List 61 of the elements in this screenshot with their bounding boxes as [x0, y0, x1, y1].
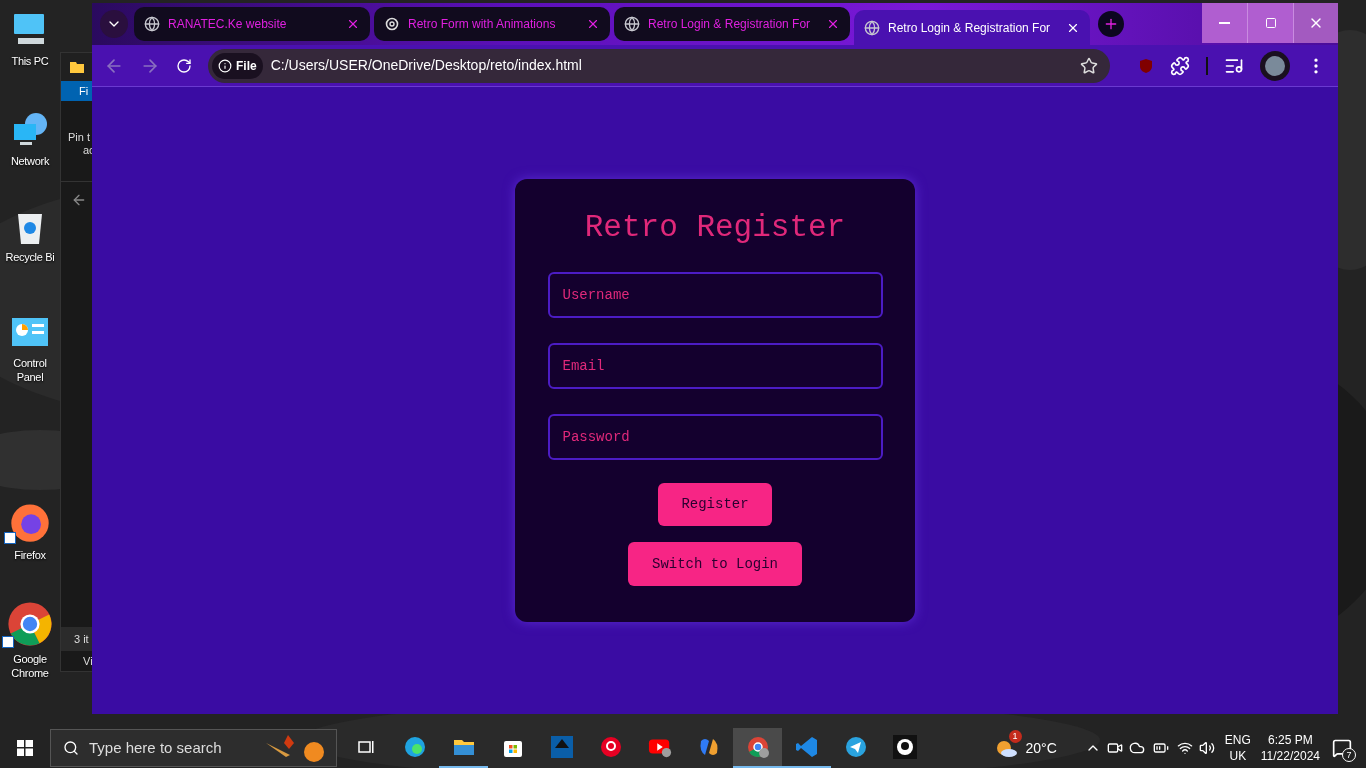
form-title: Retro Register: [584, 209, 846, 247]
minimize-icon: [1219, 22, 1230, 24]
paper-plane-icon: [843, 735, 868, 759]
tab-title: RANATEC.Ke website: [168, 16, 288, 33]
desktop-icon-label[interactable]: Network: [10, 154, 50, 168]
close-icon[interactable]: [1066, 21, 1080, 35]
tab-title: Retro Form with Animations: [408, 16, 557, 33]
temperature-text[interactable]: 20°C: [1025, 737, 1057, 759]
volume-icon[interactable]: [1198, 740, 1215, 756]
address-bar[interactable]: File C:/Users/USER/OneDrive/Desktop/reto/index.html: [208, 48, 1110, 83]
desktop-icon-label[interactable]: Firefox: [14, 548, 46, 562]
camera-icon[interactable]: [1106, 740, 1123, 756]
browser-tab[interactable]: RANATEC.Ke website: [134, 7, 370, 41]
input-field[interactable]: Password: [547, 414, 883, 460]
switch-login-button[interactable]: Switch to Login: [628, 542, 802, 586]
cloud-icon[interactable]: [1128, 740, 1145, 756]
new-tab-button[interactable]: [1098, 11, 1124, 37]
info-icon: [218, 58, 232, 73]
browser-tab[interactable]: Retro Login & Registration For: [614, 7, 850, 41]
status-text: 3 it: [74, 631, 89, 647]
folder-icon: [69, 59, 85, 75]
search-placeholder: Type here to search: [89, 737, 223, 758]
search-icon: [63, 740, 79, 756]
footer-text: Vi: [83, 653, 93, 669]
globe-icon: [864, 20, 880, 36]
desktop-icon-label[interactable]: Google Chrome: [1, 652, 59, 680]
input-field[interactable]: Email: [547, 343, 883, 389]
plus-icon: [1103, 16, 1119, 32]
close-icon[interactable]: [586, 17, 600, 31]
browser-tab[interactable]: Retro Login & Registration For: [854, 10, 1090, 46]
site-info-chip[interactable]: File: [212, 52, 263, 79]
register-button[interactable]: Register: [658, 483, 772, 526]
desktop-icon-label[interactable]: This PC: [11, 54, 49, 68]
puzzle-icon[interactable]: [1170, 55, 1190, 76]
language-indicator[interactable]: ENG UK: [1224, 732, 1251, 764]
star-icon[interactable]: [1080, 56, 1098, 75]
close-icon[interactable]: [346, 17, 360, 31]
search-box[interactable]: Type here to search: [50, 729, 337, 767]
tab-search-button[interactable]: [100, 10, 128, 38]
code-editor-icon: [794, 735, 819, 759]
desktop-icon-label[interactable]: Control Panel: [1, 356, 59, 384]
notifications-icon[interactable]: [1332, 738, 1352, 758]
ribbon-tab[interactable]: Fi: [79, 82, 89, 100]
reload-icon[interactable]: [176, 57, 192, 74]
browser-tab[interactable]: Retro Form with Animations: [374, 7, 610, 41]
tab-title: Retro Login & Registration For: [648, 16, 812, 33]
tab-title: Retro Login & Registration For: [888, 20, 1052, 37]
battery-icon[interactable]: [1152, 740, 1169, 756]
globe-icon: [144, 16, 160, 32]
windows-start-icon[interactable]: [17, 740, 33, 756]
desktop-icon-label[interactable]: Recycle Bi: [5, 250, 55, 264]
wifi-icon[interactable]: [1176, 740, 1193, 756]
address-text: C:/Users/USER/OneDrive/Desktop/reto/index.html: [270, 56, 583, 75]
clock[interactable]: 6:25 PM 11/22/2024: [1260, 732, 1320, 764]
close-icon[interactable]: [826, 17, 840, 31]
pin-label[interactable]: Pin t: [68, 131, 90, 144]
globe-icon: [624, 16, 640, 32]
input-field[interactable]: Username: [547, 272, 883, 318]
profile-avatar[interactable]: [1260, 50, 1290, 81]
chrome-icon: [745, 735, 770, 759]
maximize-icon: [1264, 17, 1277, 29]
